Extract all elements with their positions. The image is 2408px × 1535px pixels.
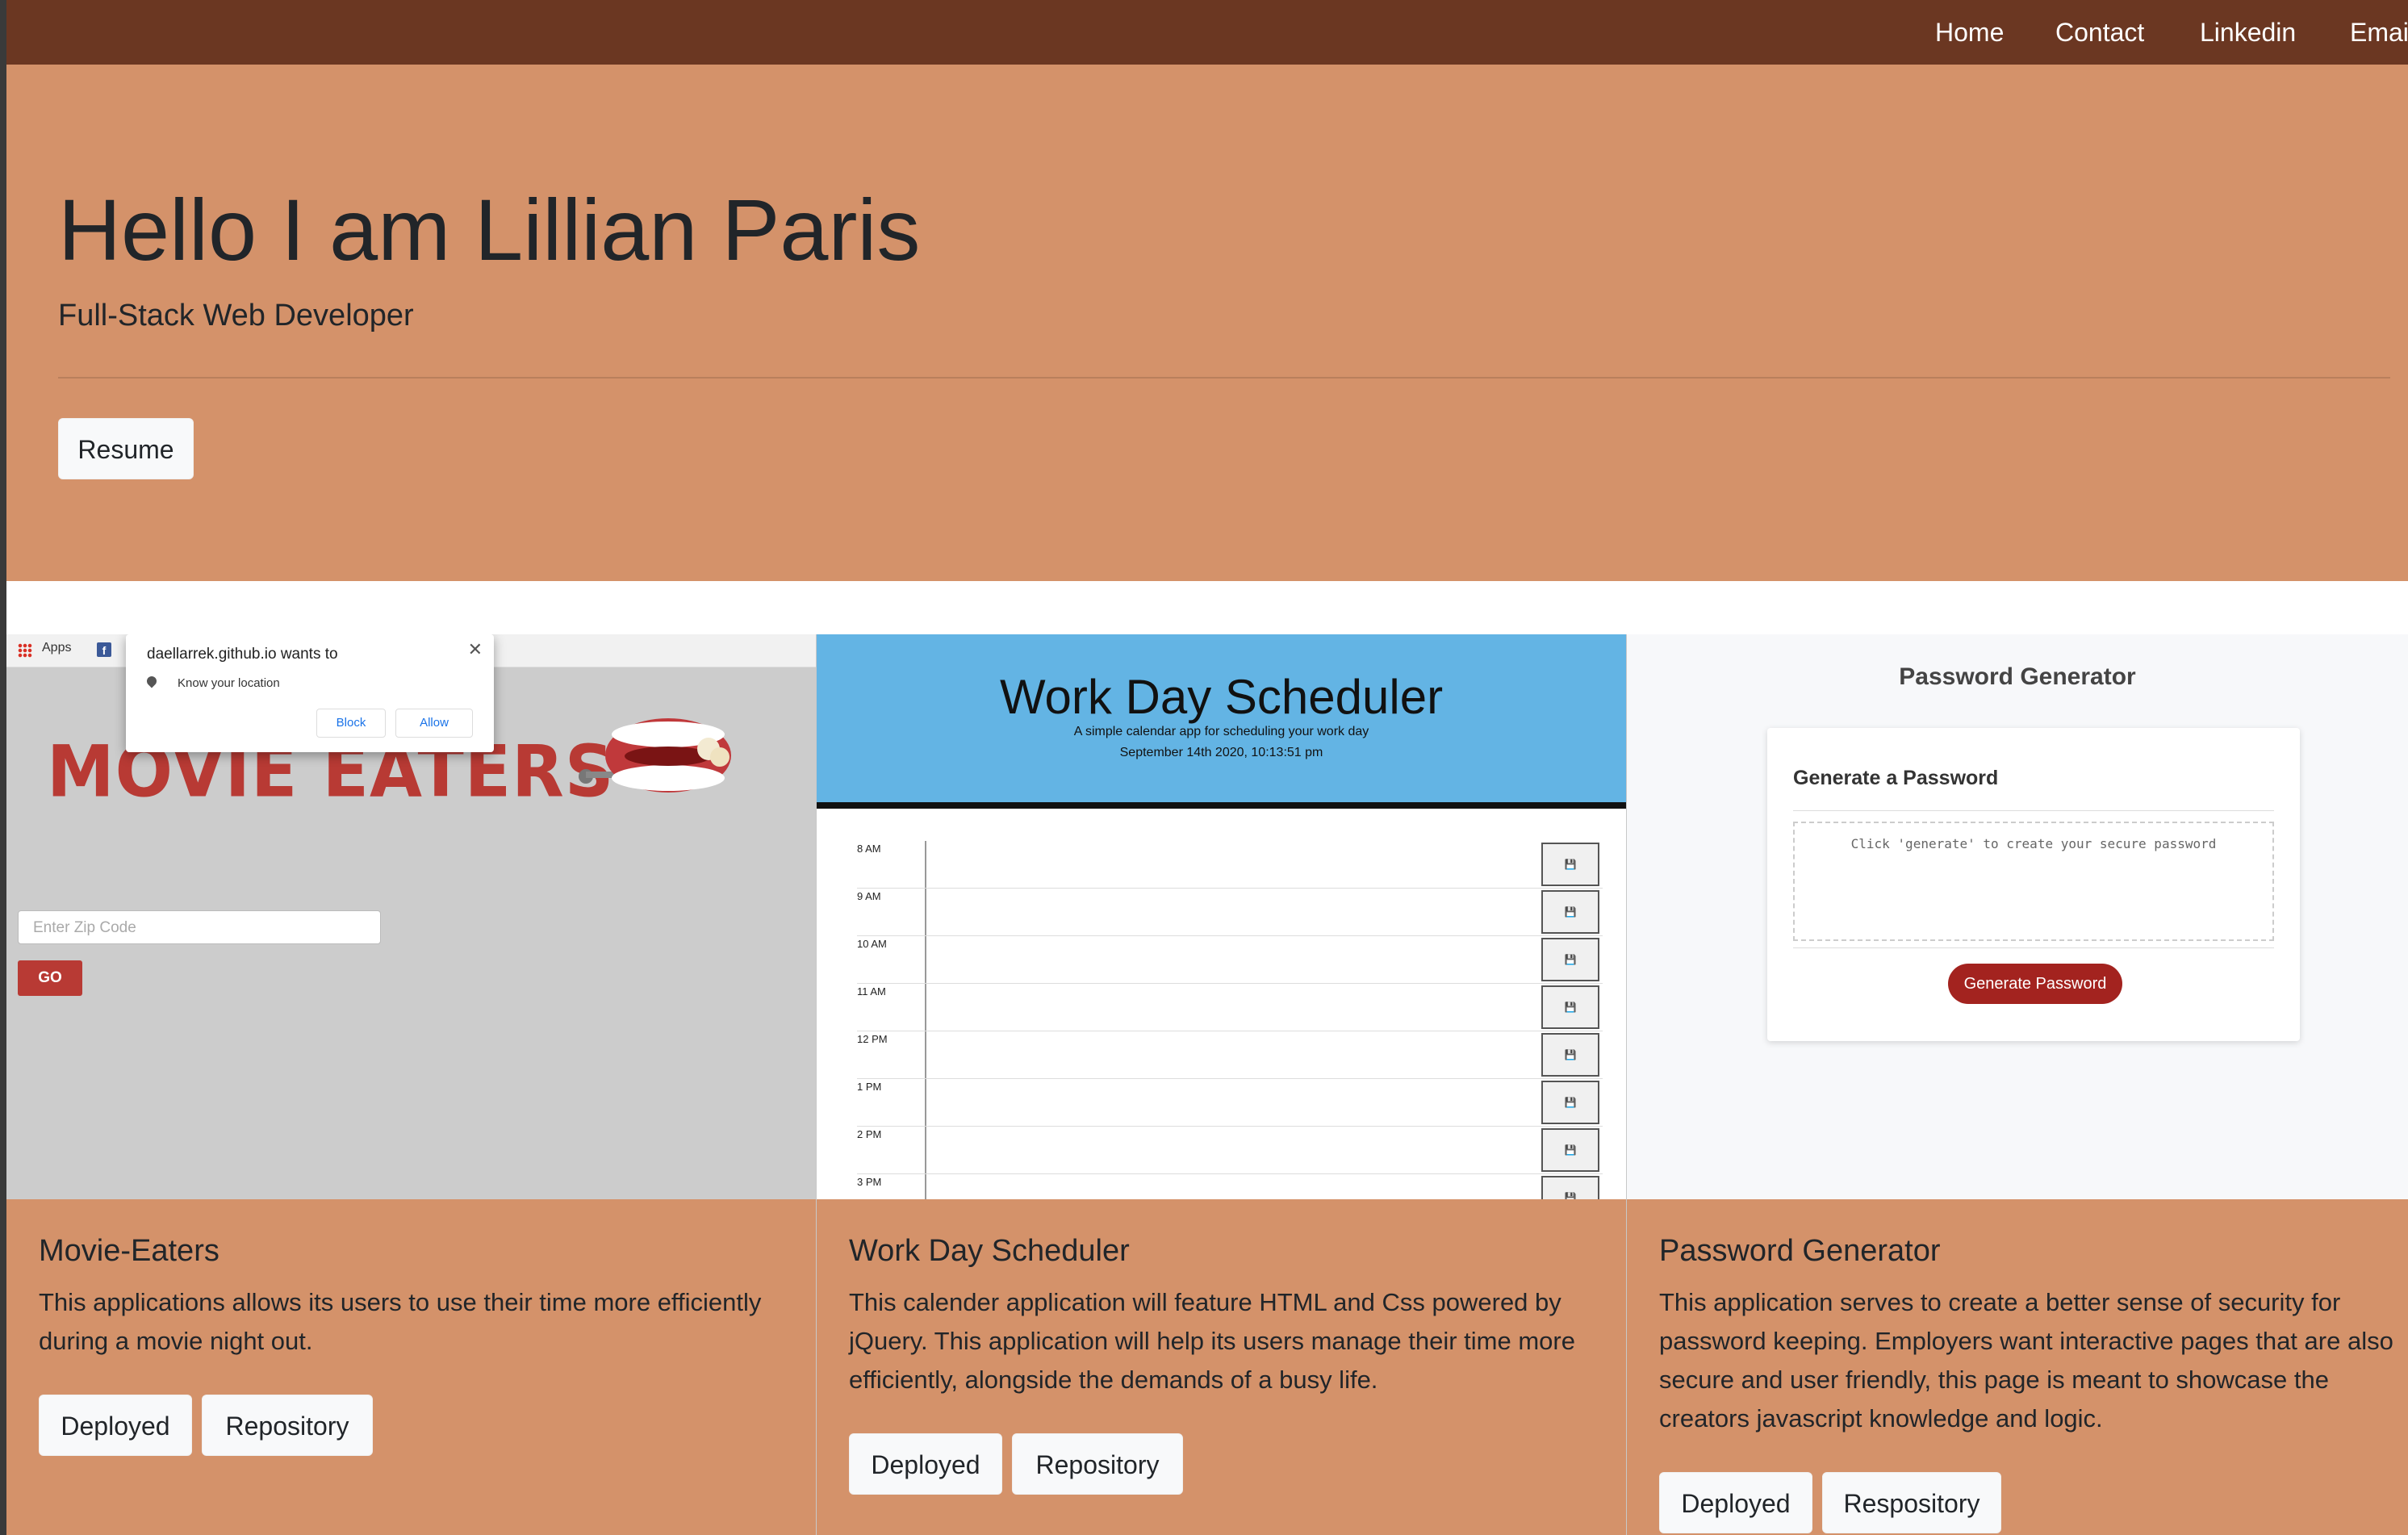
password-generator-thumbnail[interactable]: Password Generator Generate a Password C… <box>1627 634 2408 1199</box>
top-navbar: Home Contact Linkedin Emai <box>6 0 2408 65</box>
scheduler-title: Work Day Scheduler <box>999 670 1444 724</box>
event-textarea[interactable] <box>925 1079 1540 1126</box>
deployed-button[interactable]: Deployed <box>849 1433 1002 1495</box>
apps-grid-icon <box>18 643 32 658</box>
hour-label: 3 PM <box>857 1176 882 1188</box>
scheduler-header: Work Day Scheduler A simple calendar app… <box>817 634 1626 809</box>
scheduler-date: September 14th 2020, 10:13:51 pm <box>1119 746 1323 759</box>
location-permission-popup: daellarrek.github.io wants to ✕ Know you… <box>126 634 494 752</box>
hour-row: 2 PM 💾 <box>857 1127 1603 1174</box>
go-button[interactable]: GO <box>18 960 82 996</box>
chattering-teeth-icon <box>579 718 731 793</box>
save-icon[interactable]: 💾 <box>1541 1033 1599 1077</box>
card-text: This application serves to create a bett… <box>1659 1288 2393 1433</box>
resume-button[interactable]: Resume <box>58 418 194 479</box>
hour-label: 10 AM <box>857 938 887 950</box>
hour-row: 10 AM 💾 <box>857 936 1603 984</box>
save-icon[interactable]: 💾 <box>1541 890 1599 934</box>
hour-row: 1 PM 💾 <box>857 1079 1603 1127</box>
apps-label: Apps <box>42 641 72 655</box>
nav-link-linkedin[interactable]: Linkedin <box>2200 16 2296 48</box>
hour-label: 11 AM <box>857 985 886 998</box>
password-generator-heading: Password Generator <box>1899 663 2136 690</box>
window-edge <box>0 0 6 1535</box>
save-icon[interactable]: 💾 <box>1541 1128 1599 1172</box>
password-textarea[interactable]: Click 'generate' to create your secure p… <box>1793 822 2274 941</box>
deployed-button[interactable]: Deployed <box>39 1395 192 1456</box>
event-textarea[interactable] <box>925 936 1540 983</box>
event-textarea[interactable] <box>925 1031 1540 1078</box>
hour-row: 11 AM 💾 <box>857 984 1603 1031</box>
facebook-icon: f <box>97 642 111 657</box>
hour-row: 3 PM 💾 <box>857 1174 1603 1199</box>
event-textarea[interactable] <box>925 984 1540 1031</box>
hour-label: 2 PM <box>857 1128 882 1140</box>
event-textarea[interactable] <box>925 1174 1540 1199</box>
password-generator-panel: Generate a Password Click 'generate' to … <box>1767 728 2300 1041</box>
close-icon[interactable]: ✕ <box>468 639 483 660</box>
hour-label: 9 AM <box>857 890 881 902</box>
hero-subtitle: Full-Stack Web Developer <box>58 299 414 333</box>
save-icon[interactable]: 💾 <box>1541 985 1599 1029</box>
deployed-button[interactable]: Deployed <box>1659 1472 1812 1533</box>
work-day-scheduler-thumbnail[interactable]: Work Day Scheduler A simple calendar app… <box>817 634 1626 1199</box>
nav-link-email[interactable]: Emai <box>2350 16 2408 48</box>
hour-row: 9 AM 💾 <box>857 889 1603 936</box>
event-textarea[interactable] <box>925 841 1540 888</box>
hour-row: 12 PM 💾 <box>857 1031 1603 1079</box>
hour-label: 8 AM <box>857 843 881 855</box>
password-placeholder: Click 'generate' to create your secure p… <box>1850 836 2217 851</box>
repository-button[interactable]: Repository <box>202 1395 373 1456</box>
card-title: Movie-Eaters <box>39 1234 219 1268</box>
nav-link-home[interactable]: Home <box>1935 16 2004 48</box>
hour-label: 12 PM <box>857 1033 888 1045</box>
project-card-movie-eaters: Apps f MOVIE EATERS daellarrek.github.io… <box>6 634 817 1535</box>
card-title: Work Day Scheduler <box>849 1234 1130 1268</box>
scheduler-subtitle: A simple calendar app for scheduling you… <box>1073 725 1369 738</box>
save-icon[interactable]: 💾 <box>1541 1081 1599 1124</box>
hour-row: 8 AM 💾 <box>857 841 1603 889</box>
event-textarea[interactable] <box>925 889 1540 935</box>
save-icon[interactable]: 💾 <box>1541 843 1599 886</box>
card-text: This calender application will feature H… <box>849 1288 1575 1394</box>
project-card-work-day-scheduler: Work Day Scheduler A simple calendar app… <box>817 634 1627 1535</box>
card-title: Password Generator <box>1659 1234 1941 1268</box>
movie-eaters-thumbnail[interactable]: Apps f MOVIE EATERS daellarrek.github.io… <box>6 634 816 1199</box>
hero-title: Hello I am Lillian Paris <box>58 181 921 278</box>
generate-a-password-heading: Generate a Password <box>1793 767 1999 789</box>
save-icon[interactable]: 💾 <box>1541 938 1599 981</box>
hero-jumbotron: Hello I am Lillian Paris Full-Stack Web … <box>6 65 2408 581</box>
event-textarea[interactable] <box>925 1127 1540 1173</box>
popup-title: daellarrek.github.io wants to <box>147 646 338 663</box>
nav-link-contact[interactable]: Contact <box>2055 16 2144 48</box>
card-text: This applications allows its users to us… <box>39 1288 762 1355</box>
repository-button[interactable]: Respository <box>1822 1472 2001 1533</box>
project-card-password-generator: Password Generator Generate a Password C… <box>1627 634 2408 1535</box>
zip-code-input[interactable]: Enter Zip Code <box>18 910 381 944</box>
save-icon[interactable]: 💾 <box>1541 1176 1599 1199</box>
repository-button[interactable]: Repository <box>1012 1433 1183 1495</box>
popup-allow-button[interactable]: Allow <box>395 709 473 738</box>
popup-text: Know your location <box>178 676 280 690</box>
generate-password-button[interactable]: Generate Password <box>1948 964 2122 1004</box>
hour-label: 1 PM <box>857 1081 882 1093</box>
hero-divider <box>58 377 2390 379</box>
popup-block-button[interactable]: Block <box>316 709 386 738</box>
location-pin-icon <box>144 674 159 688</box>
